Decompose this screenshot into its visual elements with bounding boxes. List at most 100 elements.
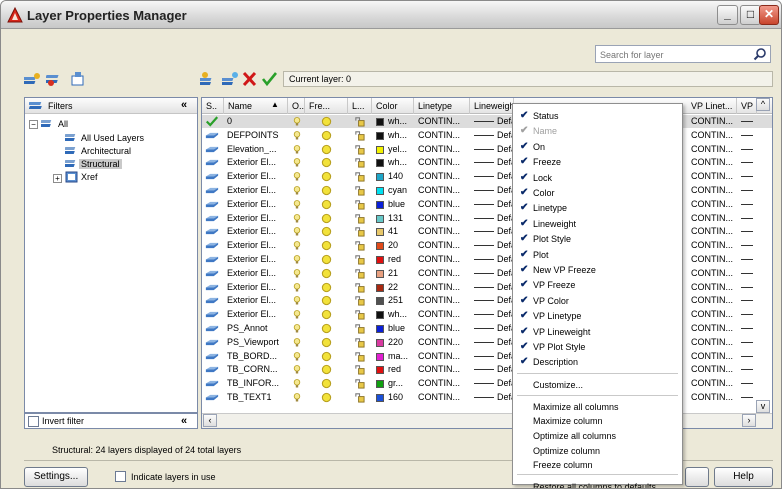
tree-expander-xref[interactable]: + [53, 174, 62, 183]
tree-item-all-used-layers[interactable]: All Used Layers [81, 133, 144, 143]
menu-item-on[interactable]: ✔ On [513, 139, 682, 154]
color-swatch[interactable] [376, 200, 384, 209]
layer-linetype[interactable]: CONTIN... [418, 309, 460, 319]
table-row[interactable]: Elevation_... yel... CONTIN... Defa CONTIN..… [202, 143, 772, 156]
color-swatch[interactable] [376, 338, 384, 347]
sun-thawed-icon[interactable] [321, 213, 332, 224]
lightbulb-on-icon[interactable] [293, 309, 301, 320]
menu-item-lock[interactable]: ✔ Lock [513, 170, 682, 185]
collapse-filters-icon[interactable]: « [181, 99, 187, 111]
unlocked-icon[interactable] [354, 337, 365, 348]
column-lineweight[interactable]: Lineweight [470, 98, 514, 114]
layer-vp-linetype[interactable]: CONTIN... [691, 351, 733, 361]
layer-linetype[interactable]: CONTIN... [418, 378, 460, 388]
table-row[interactable]: Exterior El... 21 CONTIN... Defa CONTIN... [202, 267, 772, 280]
color-swatch[interactable] [376, 256, 384, 264]
unlocked-icon[interactable] [354, 378, 365, 389]
column-status[interactable]: S.. [202, 98, 224, 114]
table-row[interactable]: Exterior El... 251 CONTIN... Defa CONTIN... [202, 294, 772, 307]
layer-name[interactable]: Elevation_... [227, 144, 277, 154]
tree-item-structural[interactable]: Structural [79, 159, 122, 169]
menu-item-vp-color[interactable]: ✔ VP Color [513, 293, 682, 308]
layer-color[interactable]: 22 [388, 282, 398, 292]
scroll-left-icon[interactable]: ‹ [203, 414, 217, 427]
layer-linetype[interactable]: CONTIN... [418, 171, 460, 181]
menu-item-name[interactable]: ✔ Name [513, 123, 682, 138]
layer-vp-linetype[interactable]: CONTIN... [691, 392, 733, 402]
layer-name[interactable]: Exterior El... [227, 254, 276, 264]
column-vp[interactable]: VP [737, 98, 757, 114]
unlocked-icon[interactable] [354, 130, 365, 141]
layer-linetype[interactable]: CONTIN... [418, 282, 460, 292]
invert-filter-checkbox[interactable] [28, 416, 39, 427]
menu-item-plot[interactable]: ✔ Plot [513, 247, 682, 262]
sun-thawed-icon[interactable] [321, 323, 332, 334]
layer-color[interactable]: 251 [388, 295, 403, 305]
sun-thawed-icon[interactable] [321, 295, 332, 306]
sun-thawed-icon[interactable] [321, 130, 332, 141]
sun-thawed-icon[interactable] [321, 144, 332, 155]
layer-vp-linetype[interactable]: CONTIN... [691, 309, 733, 319]
layer-color[interactable]: blue [388, 199, 405, 209]
unlocked-icon[interactable] [354, 240, 365, 251]
menu-item-maximize-all-columns[interactable]: Maximize all columns [513, 399, 682, 414]
table-row[interactable]: Exterior El... 140 CONTIN... Defa CONTIN... [202, 170, 772, 183]
layer-vp-linetype[interactable]: CONTIN... [691, 282, 733, 292]
color-swatch[interactable] [376, 380, 384, 389]
lightbulb-on-icon[interactable] [293, 364, 301, 375]
layer-linetype[interactable]: CONTIN... [418, 144, 460, 154]
layer-linetype[interactable]: CONTIN... [418, 392, 460, 402]
sun-thawed-icon[interactable] [321, 378, 332, 389]
lightbulb-on-icon[interactable] [293, 130, 301, 141]
table-row[interactable]: Exterior El... 41 CONTIN... Defa CONTIN... [202, 225, 772, 238]
column-on[interactable]: O.. [288, 98, 305, 114]
layer-linetype[interactable]: CONTIN... [418, 240, 460, 250]
table-row[interactable]: Exterior El... red CONTIN... Defa CONTIN... [202, 253, 772, 266]
layer-color[interactable]: wh... [388, 130, 407, 140]
table-row[interactable]: Exterior El... wh... CONTIN... Defa CONTIN..… [202, 308, 772, 321]
layer-name[interactable]: TB_INFOR... [227, 378, 279, 388]
apply-button[interactable] [685, 467, 709, 487]
layer-color[interactable]: yel... [388, 144, 407, 154]
layer-name[interactable]: PS_Annot [227, 323, 268, 333]
layer-color[interactable]: cyan [388, 185, 407, 195]
sun-thawed-icon[interactable] [321, 226, 332, 237]
layer-vp-linetype[interactable]: CONTIN... [691, 323, 733, 333]
layer-name[interactable]: TB_BORD... [227, 351, 277, 361]
color-swatch[interactable] [376, 159, 384, 168]
layer-linetype[interactable]: CONTIN... [418, 226, 460, 236]
layer-color[interactable]: blue [388, 323, 405, 333]
layer-vp-linetype[interactable]: CONTIN... [691, 364, 733, 374]
new-layer-vp-frozen-icon[interactable] [222, 71, 240, 87]
layer-vp-linetype[interactable]: CONTIN... [691, 171, 733, 181]
layer-linetype[interactable]: CONTIN... [418, 323, 460, 333]
menu-item-lineweight[interactable]: ✔ Lineweight [513, 216, 682, 231]
table-row[interactable]: TB_INFOR... gr... CONTIN... Defa CONTIN... [202, 377, 772, 390]
layer-color[interactable]: red [388, 364, 401, 374]
lightbulb-on-icon[interactable] [293, 351, 301, 362]
layer-color[interactable]: ma... [388, 351, 408, 361]
layer-vp-linetype[interactable]: CONTIN... [691, 254, 733, 264]
lightbulb-on-icon[interactable] [293, 171, 301, 182]
menu-item-optimize-all-columns[interactable]: Optimize all columns [513, 428, 682, 443]
table-row[interactable]: TB_CORN... red CONTIN... Defa CONTIN... [202, 363, 772, 376]
table-row[interactable]: DEFPOINTS wh... CONTIN... Defa CONTIN... [202, 129, 772, 142]
unlocked-icon[interactable] [354, 157, 365, 168]
layer-name[interactable]: Exterior El... [227, 171, 276, 181]
scroll-up-icon[interactable]: ^ [756, 98, 770, 111]
layer-linetype[interactable]: CONTIN... [418, 254, 460, 264]
menu-item-restore-defaults[interactable]: Restore all columns to defaults [513, 479, 682, 488]
color-swatch[interactable] [376, 145, 384, 154]
menu-item-vp-linetype[interactable]: ✔ VP Linetype [513, 308, 682, 323]
unlocked-icon[interactable] [354, 254, 365, 265]
color-swatch[interactable] [376, 214, 384, 223]
layer-name[interactable]: Exterior El... [227, 199, 276, 209]
unlocked-icon[interactable] [354, 185, 365, 196]
tree-item-xref[interactable]: Xref [81, 172, 98, 182]
sun-thawed-icon[interactable] [321, 351, 332, 362]
unlocked-icon[interactable] [354, 282, 365, 293]
title-bar[interactable]: Layer Properties Manager _ □ ✕ [1, 1, 781, 29]
unlocked-icon[interactable] [354, 351, 365, 362]
lightbulb-on-icon[interactable] [293, 240, 301, 251]
menu-item-maximize-column[interactable]: Maximize column [513, 413, 682, 428]
